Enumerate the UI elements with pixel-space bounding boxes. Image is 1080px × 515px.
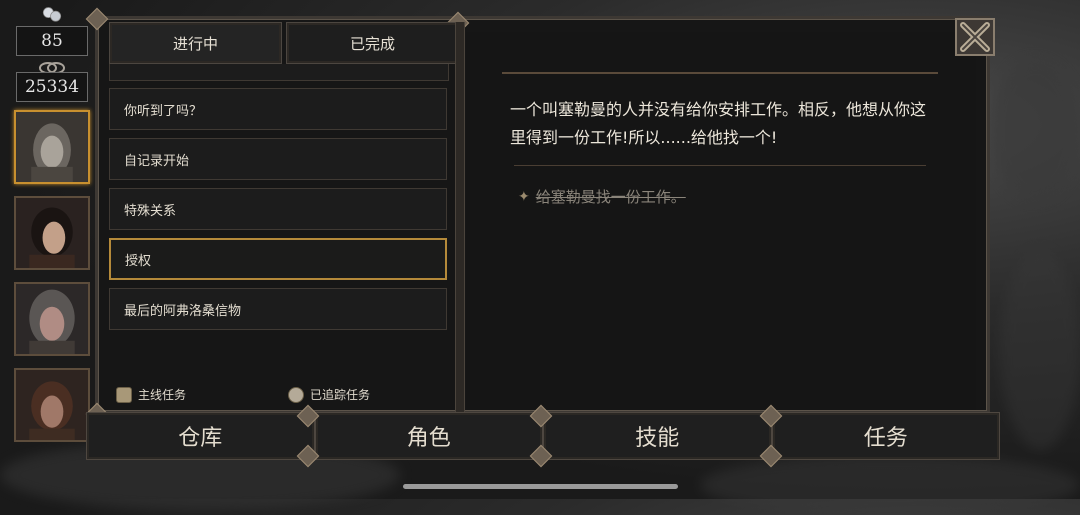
objective-marker-icon: ✦ [518,188,530,205]
portrait-hero-1[interactable] [14,110,90,184]
portrait-hero-3[interactable] [14,282,90,356]
character-portrait-icon [16,112,88,182]
quest-item-selected[interactable]: 授权 [109,238,447,280]
nav-skills-button[interactable]: 技能 [543,412,772,460]
quest-item[interactable]: 最后的阿弗洛桑信物 [109,288,447,330]
quest-status-tabs: 进行中 已完成 [109,22,459,64]
quest-list[interactable]: 你听到了吗？ 自记录开始 特殊关系 授权 最后的阿弗洛桑信物 [109,64,449,374]
main-quest-icon [116,386,132,403]
tab-completed[interactable]: 已完成 [286,22,459,64]
list-item-partial [109,64,449,81]
quest-item[interactable]: 特殊关系 [109,188,447,230]
objective-text: 给塞勒曼找一份工作。 [535,188,686,206]
pearls-icon [42,7,62,22]
portrait-hero-4[interactable] [14,368,90,442]
quest-item[interactable]: 你听到了吗？ [109,88,447,130]
home-indicator[interactable] [403,484,678,489]
close-icon[interactable] [952,16,998,58]
detail-divider-top [502,72,938,74]
legend-main-label: 主线任务 [138,388,187,402]
quest-description: 一个叫塞勒曼的人并没有给你安排工作。相反，他想从你这里得到一份工作!所以....… [510,100,927,147]
panel-divider [455,22,465,412]
nav-character-button[interactable]: 角色 [314,412,543,460]
quest-objective: ✦ 给塞勒曼找一份工作。 [518,186,686,207]
character-portrait-icon [16,198,88,268]
nav-storage-button[interactable]: 仓库 [86,412,315,460]
legend-tracked-label: 已追踪任务 [310,388,371,402]
quest-item[interactable]: 自记录开始 [109,138,447,180]
tracked-quest-icon [288,386,304,403]
character-portrait-icon [16,284,88,354]
portrait-hero-2[interactable] [14,196,90,270]
quest-legend: 主线任务 已追踪任务 [112,382,452,406]
coins-count: 25334 [16,72,88,102]
pearls-count: 85 [16,26,88,56]
nav-quests-button[interactable]: 任务 [771,412,1000,460]
detail-divider-mid [514,165,926,166]
character-portrait-icon [16,370,88,440]
quest-detail-pane [466,32,976,410]
tab-in-progress[interactable]: 进行中 [109,22,282,64]
